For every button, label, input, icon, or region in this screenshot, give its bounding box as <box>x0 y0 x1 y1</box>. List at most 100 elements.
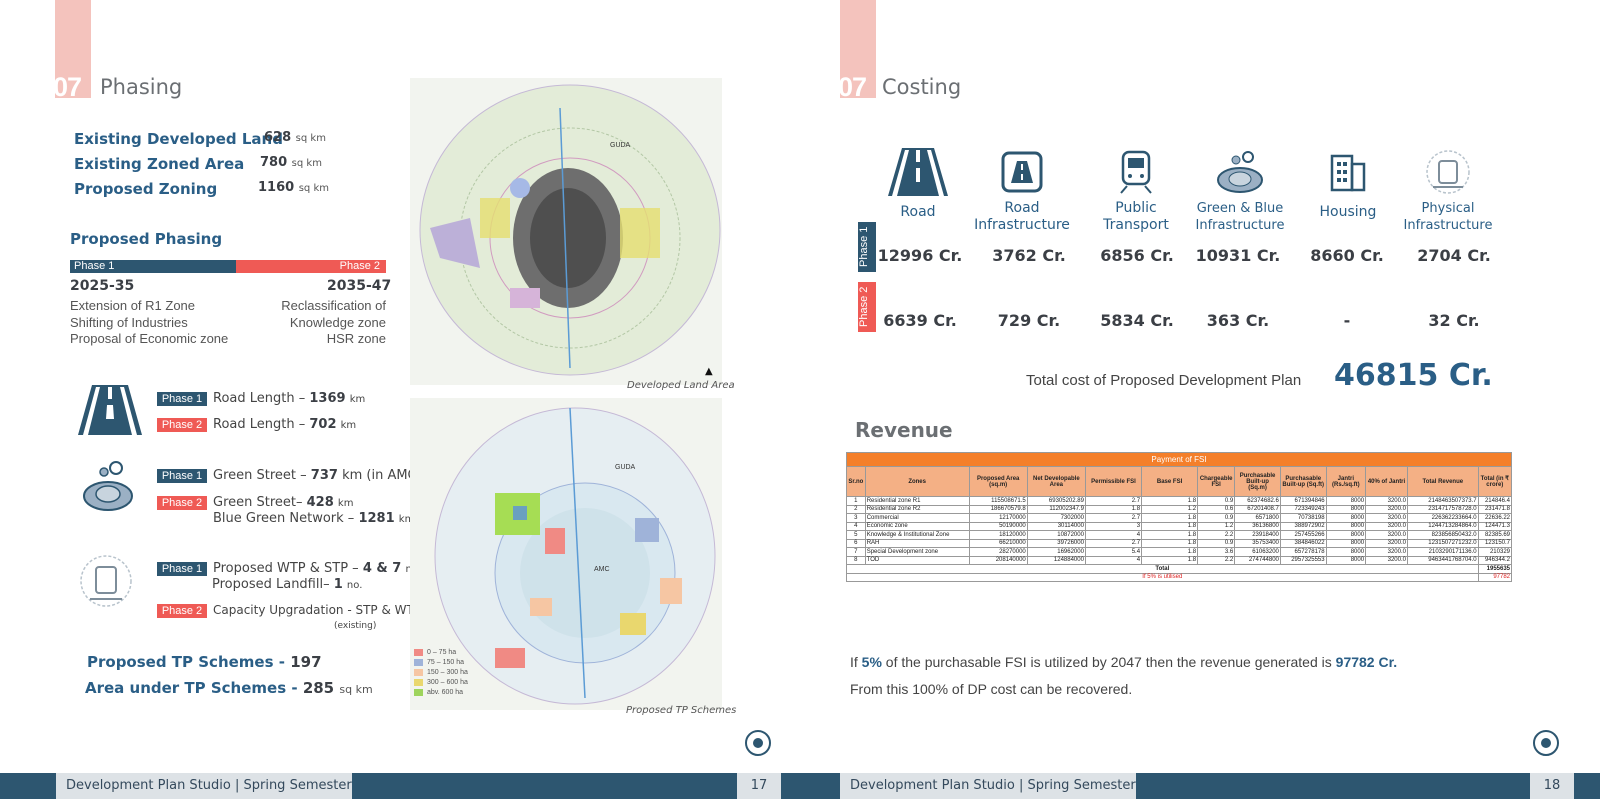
page-phasing: 07 Phasing Existing Developed Land 628 sq… <box>0 0 800 799</box>
table-cell: 2957325553 <box>1279 555 1327 565</box>
table-cell: Residential zone R1 <box>864 496 970 506</box>
developed-land-map: GUDA ▲ <box>410 78 722 385</box>
road-icon <box>888 148 948 196</box>
green-blue-icon <box>1217 151 1263 193</box>
table-header: Sr.no <box>846 466 866 497</box>
table-cell: 2.7 <box>1084 513 1143 523</box>
category-label: Public <box>1115 200 1157 216</box>
table-cell: 69305202.89 <box>1026 496 1086 506</box>
total-cost-label: Total cost of Proposed Development Plan <box>1026 372 1302 389</box>
table-cell: 226362233664.0 <box>1406 513 1479 523</box>
physical-infrastructure-icon <box>80 555 132 607</box>
table-cell: 1.8 <box>1141 496 1199 506</box>
legend-item: 150 – 300 ha <box>414 668 468 678</box>
cost-value: 2704 Cr. <box>1417 246 1491 265</box>
table-cell: 39726000 <box>1026 538 1086 548</box>
table-cell: 8000 <box>1325 547 1367 557</box>
revenue-note: If 5% of the purchasable FSI is utilized… <box>850 654 1398 670</box>
table-cell: 231471.8 <box>1477 504 1513 514</box>
category-label: Infrastructure <box>1195 218 1285 233</box>
road-phase2: Phase 2 Road Length – 702 km <box>157 417 356 432</box>
blue-green-network: Blue Green Network – 1281 km <box>213 511 415 526</box>
table-cell: 388972902 <box>1279 521 1327 531</box>
developed-land-map-graphic <box>419 84 721 376</box>
table-title: Payment of FSI <box>846 452 1512 467</box>
table-cell: 671394846 <box>1279 496 1327 506</box>
table-cell: 9463441768704.0 <box>1406 555 1479 565</box>
cost-value: 32 Cr. <box>1428 311 1480 330</box>
table-cell: 1231507271232.0 <box>1406 538 1479 548</box>
legend-item: 0 – 75 ha <box>414 648 468 658</box>
tp-schemes-area: Area under TP Schemes - 285 sq km <box>85 679 373 697</box>
table-row: 2 Residential zone R2 186670579.8 112002347… <box>846 504 1513 514</box>
table-cell: 1.8 <box>1084 504 1143 514</box>
table-cell: 124884000 <box>1026 555 1086 565</box>
table-cell: 1.2 <box>1197 521 1236 531</box>
map-label-amc: AMC <box>594 566 610 573</box>
table-cell: 1 <box>846 496 866 506</box>
category-label: Infrastructure <box>974 217 1070 233</box>
section-number: 07 <box>53 72 82 102</box>
table-cell: Economic zone <box>864 521 970 531</box>
table-cell: 4 <box>1084 555 1143 565</box>
table-cell: 823856850432.0 <box>1406 530 1479 540</box>
cost-column-road-infrastructure: Road Infrastructure <box>962 148 1082 234</box>
table-cell: 1244713284864.0 <box>1406 521 1479 531</box>
infra-existing: (existing) <box>334 621 377 631</box>
infra-phase1: Phase 1Proposed WTP & STP – 4 & 7 nos. <box>157 561 426 576</box>
table-cell: 3200.0 <box>1365 538 1408 548</box>
phase1-years: 2025-35 <box>70 278 135 294</box>
page-number: 17 <box>737 773 781 799</box>
table-cell: 3200.0 <box>1365 496 1408 506</box>
table-cell: 8000 <box>1325 504 1367 514</box>
table-cell: 4 <box>846 521 866 531</box>
list-item: Shifting of Industries <box>70 314 188 330</box>
table-row: 3 Commercial 12170000 7302000 2.7 1.8 0.9 65718… <box>846 513 1513 523</box>
phase2-list: Reclassification of Knowledge zone HSR z… <box>266 298 386 348</box>
table-cell: 2314717578728.0 <box>1406 504 1479 514</box>
table-cell: 723349243 <box>1279 504 1327 514</box>
north-arrow-icon: ▲ <box>705 366 713 377</box>
table-cell: 214846.4 <box>1477 496 1513 506</box>
table-cell: 274744800 <box>1234 555 1281 565</box>
table-row: 4 Economic zone 50190000 30114000 3 1.8 1.2 361… <box>846 521 1513 531</box>
table-cell: Knowledge & Institutional Zone <box>864 530 970 540</box>
table-header: Proposed Area (sq.m) <box>968 466 1028 497</box>
table-util-row: If 5% is utilised 97782 <box>846 572 1513 582</box>
page-title: Costing <box>882 75 962 99</box>
table-cell: 1.8 <box>1141 555 1199 565</box>
fsi-table: Payment of FSI Sr.no Zones Proposed Area… <box>846 452 1513 582</box>
map-label-guda: GUDA <box>610 142 631 149</box>
list-item: HSR zone <box>326 331 386 346</box>
cost-value: - <box>1343 311 1351 330</box>
table-row: 1 Residential zone R1 115508671.5 69305202.… <box>846 496 1513 506</box>
table-cell: 2148463507373.7 <box>1406 496 1479 506</box>
physical-infrastructure-icon <box>1426 150 1470 194</box>
table-row: 6 RAH 66210000 39726000 2.7 1.8 0.9 35753400 384… <box>846 538 1513 548</box>
studio-logo-icon <box>745 730 771 756</box>
phase2-years: 2035-47 <box>327 278 392 294</box>
stat-existing-zoned: Existing Zoned Area 780 sq km <box>74 155 322 173</box>
road-infrastructure-icon <box>1001 151 1043 193</box>
map1-caption: Developed Land Area <box>627 380 735 391</box>
table-cell: 1.8 <box>1141 530 1199 540</box>
table-cell: 6 <box>846 538 866 548</box>
table-cell: 8000 <box>1325 521 1367 531</box>
table-cell: 2.2 <box>1197 530 1236 540</box>
phase1-list: Extension of R1 Zone Shifting of Industr… <box>70 298 228 348</box>
phase2-bar: Phase 2 <box>236 260 386 273</box>
revenue-title: Revenue <box>855 418 953 442</box>
table-header: Purchasable Built-up (Sq.m) <box>1234 466 1281 497</box>
table-cell: 124471.3 <box>1477 521 1513 531</box>
table-header: Purchasable Built-up (Sq.ft) <box>1279 466 1327 497</box>
green-phase1: Phase 1 Green Street – 737 km (in AMC) <box>157 468 422 483</box>
table-header: Permissible FSI <box>1084 466 1143 497</box>
table-cell: 1.8 <box>1141 538 1199 548</box>
table-cell: 35753400 <box>1234 538 1281 548</box>
list-item: Knowledge zone <box>289 314 386 330</box>
table-header-row: Sr.no Zones Proposed Area (sq.m) Net Dev… <box>846 466 1513 497</box>
table-cell: 208140000 <box>968 555 1028 565</box>
infra-landfill: Proposed Landfill– 1 no. <box>212 577 363 592</box>
cost-value: 363 Cr. <box>1206 311 1270 330</box>
building-icon <box>1330 154 1366 192</box>
